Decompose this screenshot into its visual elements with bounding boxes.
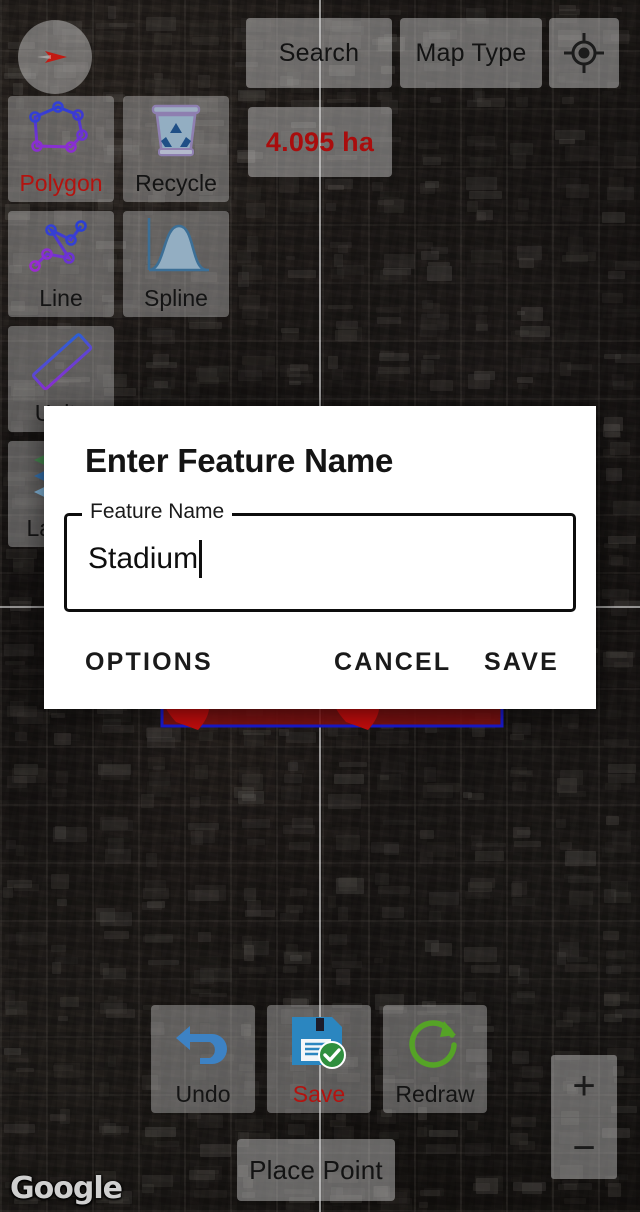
enter-feature-name-dialog: Enter Feature Name Feature Name Stadium … [44, 406, 596, 709]
dialog-title: Enter Feature Name [85, 442, 394, 479]
redraw-refresh-icon [383, 1005, 487, 1079]
feature-name-input-value: Stadium [88, 542, 199, 575]
gps-locate-button[interactable] [549, 18, 619, 88]
feature-name-input[interactable]: Stadium [88, 540, 203, 578]
ruler-icon [8, 326, 114, 398]
tool-polygon[interactable]: Polygon [8, 96, 114, 202]
google-attribution-logo: Google [10, 1171, 123, 1206]
redraw-button[interactable]: Redraw [383, 1005, 487, 1113]
save-map-button-label: Save [292, 1081, 346, 1107]
zoom-out-button[interactable]: − [551, 1117, 617, 1179]
dialog-cancel-button[interactable]: CANCEL [334, 648, 451, 677]
area-readout-value: 4.095 ha [265, 126, 375, 157]
text-cursor [199, 540, 203, 578]
place-point-button-label: Place Point [249, 1154, 383, 1185]
compass-needle-icon [37, 51, 67, 63]
feature-name-field-label: Feature Name [82, 500, 233, 524]
dialog-options-button[interactable]: OPTIONS [85, 648, 213, 677]
zoom-controls: + − [551, 1055, 617, 1179]
tool-recycle-label: Recycle [135, 170, 217, 196]
tool-line[interactable]: Line [8, 211, 114, 317]
polygon-shape-icon [8, 96, 114, 168]
floppy-disk-check-icon [267, 1005, 371, 1079]
map-type-button-label: Map Type [415, 38, 527, 67]
undo-button[interactable]: Undo [151, 1005, 255, 1113]
map-type-button[interactable]: Map Type [400, 18, 542, 88]
place-point-button[interactable]: Place Point [237, 1139, 395, 1201]
recycle-bin-icon [123, 96, 229, 168]
feature-name-field[interactable]: Feature Name Stadium [64, 500, 576, 612]
undo-button-label: Undo [175, 1081, 231, 1107]
dialog-save-button[interactable]: SAVE [484, 648, 559, 677]
tool-recycle[interactable]: Recycle [123, 96, 229, 202]
tool-spline-label: Spline [144, 285, 208, 311]
tool-line-label: Line [39, 285, 83, 311]
gps-target-icon [564, 33, 604, 73]
tool-spline[interactable]: Spline [123, 211, 229, 317]
compass-button[interactable] [18, 20, 92, 94]
redraw-button-label: Redraw [395, 1081, 475, 1107]
zoom-in-button[interactable]: + [551, 1055, 617, 1117]
save-map-button[interactable]: Save [267, 1005, 371, 1113]
tool-polygon-label: Polygon [19, 170, 103, 196]
map-screen: Search Map Type 4.095 ha Polygon Recycle… [0, 0, 640, 1212]
search-button[interactable]: Search [246, 18, 392, 88]
polyline-icon [8, 211, 114, 283]
area-readout: 4.095 ha [248, 107, 392, 177]
search-button-label: Search [278, 38, 360, 67]
undo-arrow-icon [151, 1005, 255, 1079]
spline-curve-icon [123, 211, 229, 283]
